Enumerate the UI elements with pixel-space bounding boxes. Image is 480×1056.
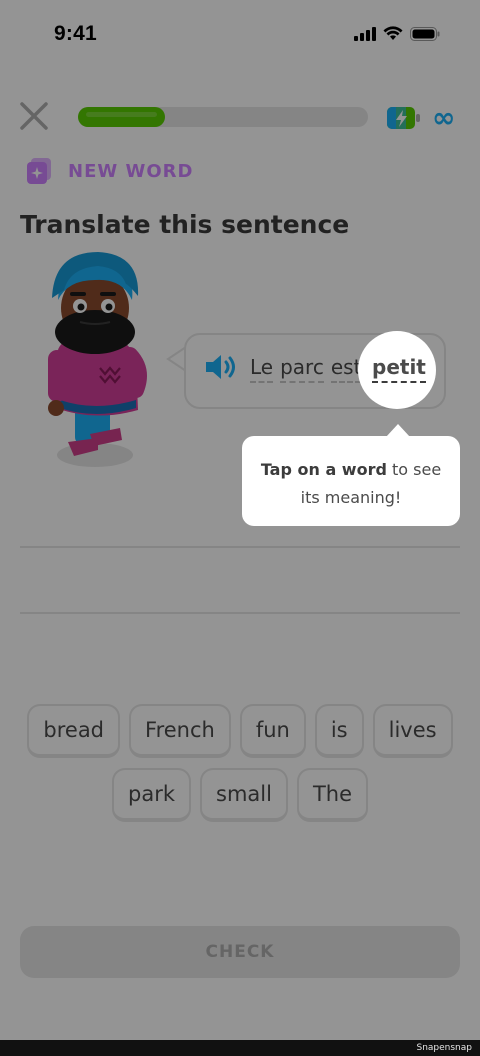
tooltip-rest: to see [386, 460, 442, 479]
screen: 9:41 ∞ NEW WORD Translate this sentence … [0, 0, 480, 1040]
answer-line-1 [20, 546, 460, 548]
word-chip-park[interactable]: park [112, 768, 191, 822]
exercise-title: Translate this sentence [20, 210, 350, 239]
sentence-word-parc[interactable]: parc [280, 356, 324, 383]
energy-indicator[interactable]: ∞ [386, 104, 455, 132]
watermark: Snapensnap [416, 1043, 472, 1053]
tooltip-bold: Tap on a word [260, 460, 387, 479]
sentence-word-le[interactable]: Le [250, 356, 274, 383]
check-button[interactable]: CHECK [20, 926, 460, 978]
status-time: 9:41 [54, 22, 97, 45]
tooltip: Tap on a word to see its meaning! [242, 436, 460, 526]
energy-battery-icon [387, 107, 420, 129]
word-bank-row-2: park small The [0, 768, 480, 822]
new-word-label: NEW WORD [68, 160, 194, 182]
word-chip-is[interactable]: is [314, 704, 364, 758]
word-chip-bread[interactable]: bread [27, 704, 121, 758]
word-bank: bread French fun is lives park small The [0, 704, 480, 832]
progress-fill [78, 107, 165, 127]
tooltip-line-2: its meaning! [300, 488, 402, 507]
sentence-word-est[interactable]: est [330, 356, 362, 383]
word-chip-french[interactable]: French [129, 704, 231, 758]
highlighted-word[interactable]: petit [372, 356, 426, 383]
new-word-badge: NEW WORD [24, 156, 193, 186]
infinity-symbol: ∞ [432, 101, 456, 134]
word-chip-lives[interactable]: lives [372, 704, 453, 758]
progress-bar [78, 107, 368, 127]
cellular-signal-icon [354, 26, 376, 41]
new-word-icon [27, 158, 51, 184]
speaker-icon[interactable] [204, 353, 238, 381]
answer-line-2 [20, 612, 460, 614]
status-icons [354, 26, 440, 41]
word-chip-small[interactable]: small [200, 768, 288, 822]
word-chip-fun[interactable]: fun [239, 704, 306, 758]
wifi-icon [383, 26, 403, 40]
word-bank-row-1: bread French fun is lives [0, 704, 480, 758]
character-illustration [48, 252, 147, 467]
bottom-bar: Snapensnap [0, 1040, 480, 1056]
word-chip-the[interactable]: The [296, 768, 368, 822]
highlighted-period: . [421, 355, 428, 379]
battery-icon [410, 26, 440, 41]
close-icon[interactable] [18, 100, 50, 132]
